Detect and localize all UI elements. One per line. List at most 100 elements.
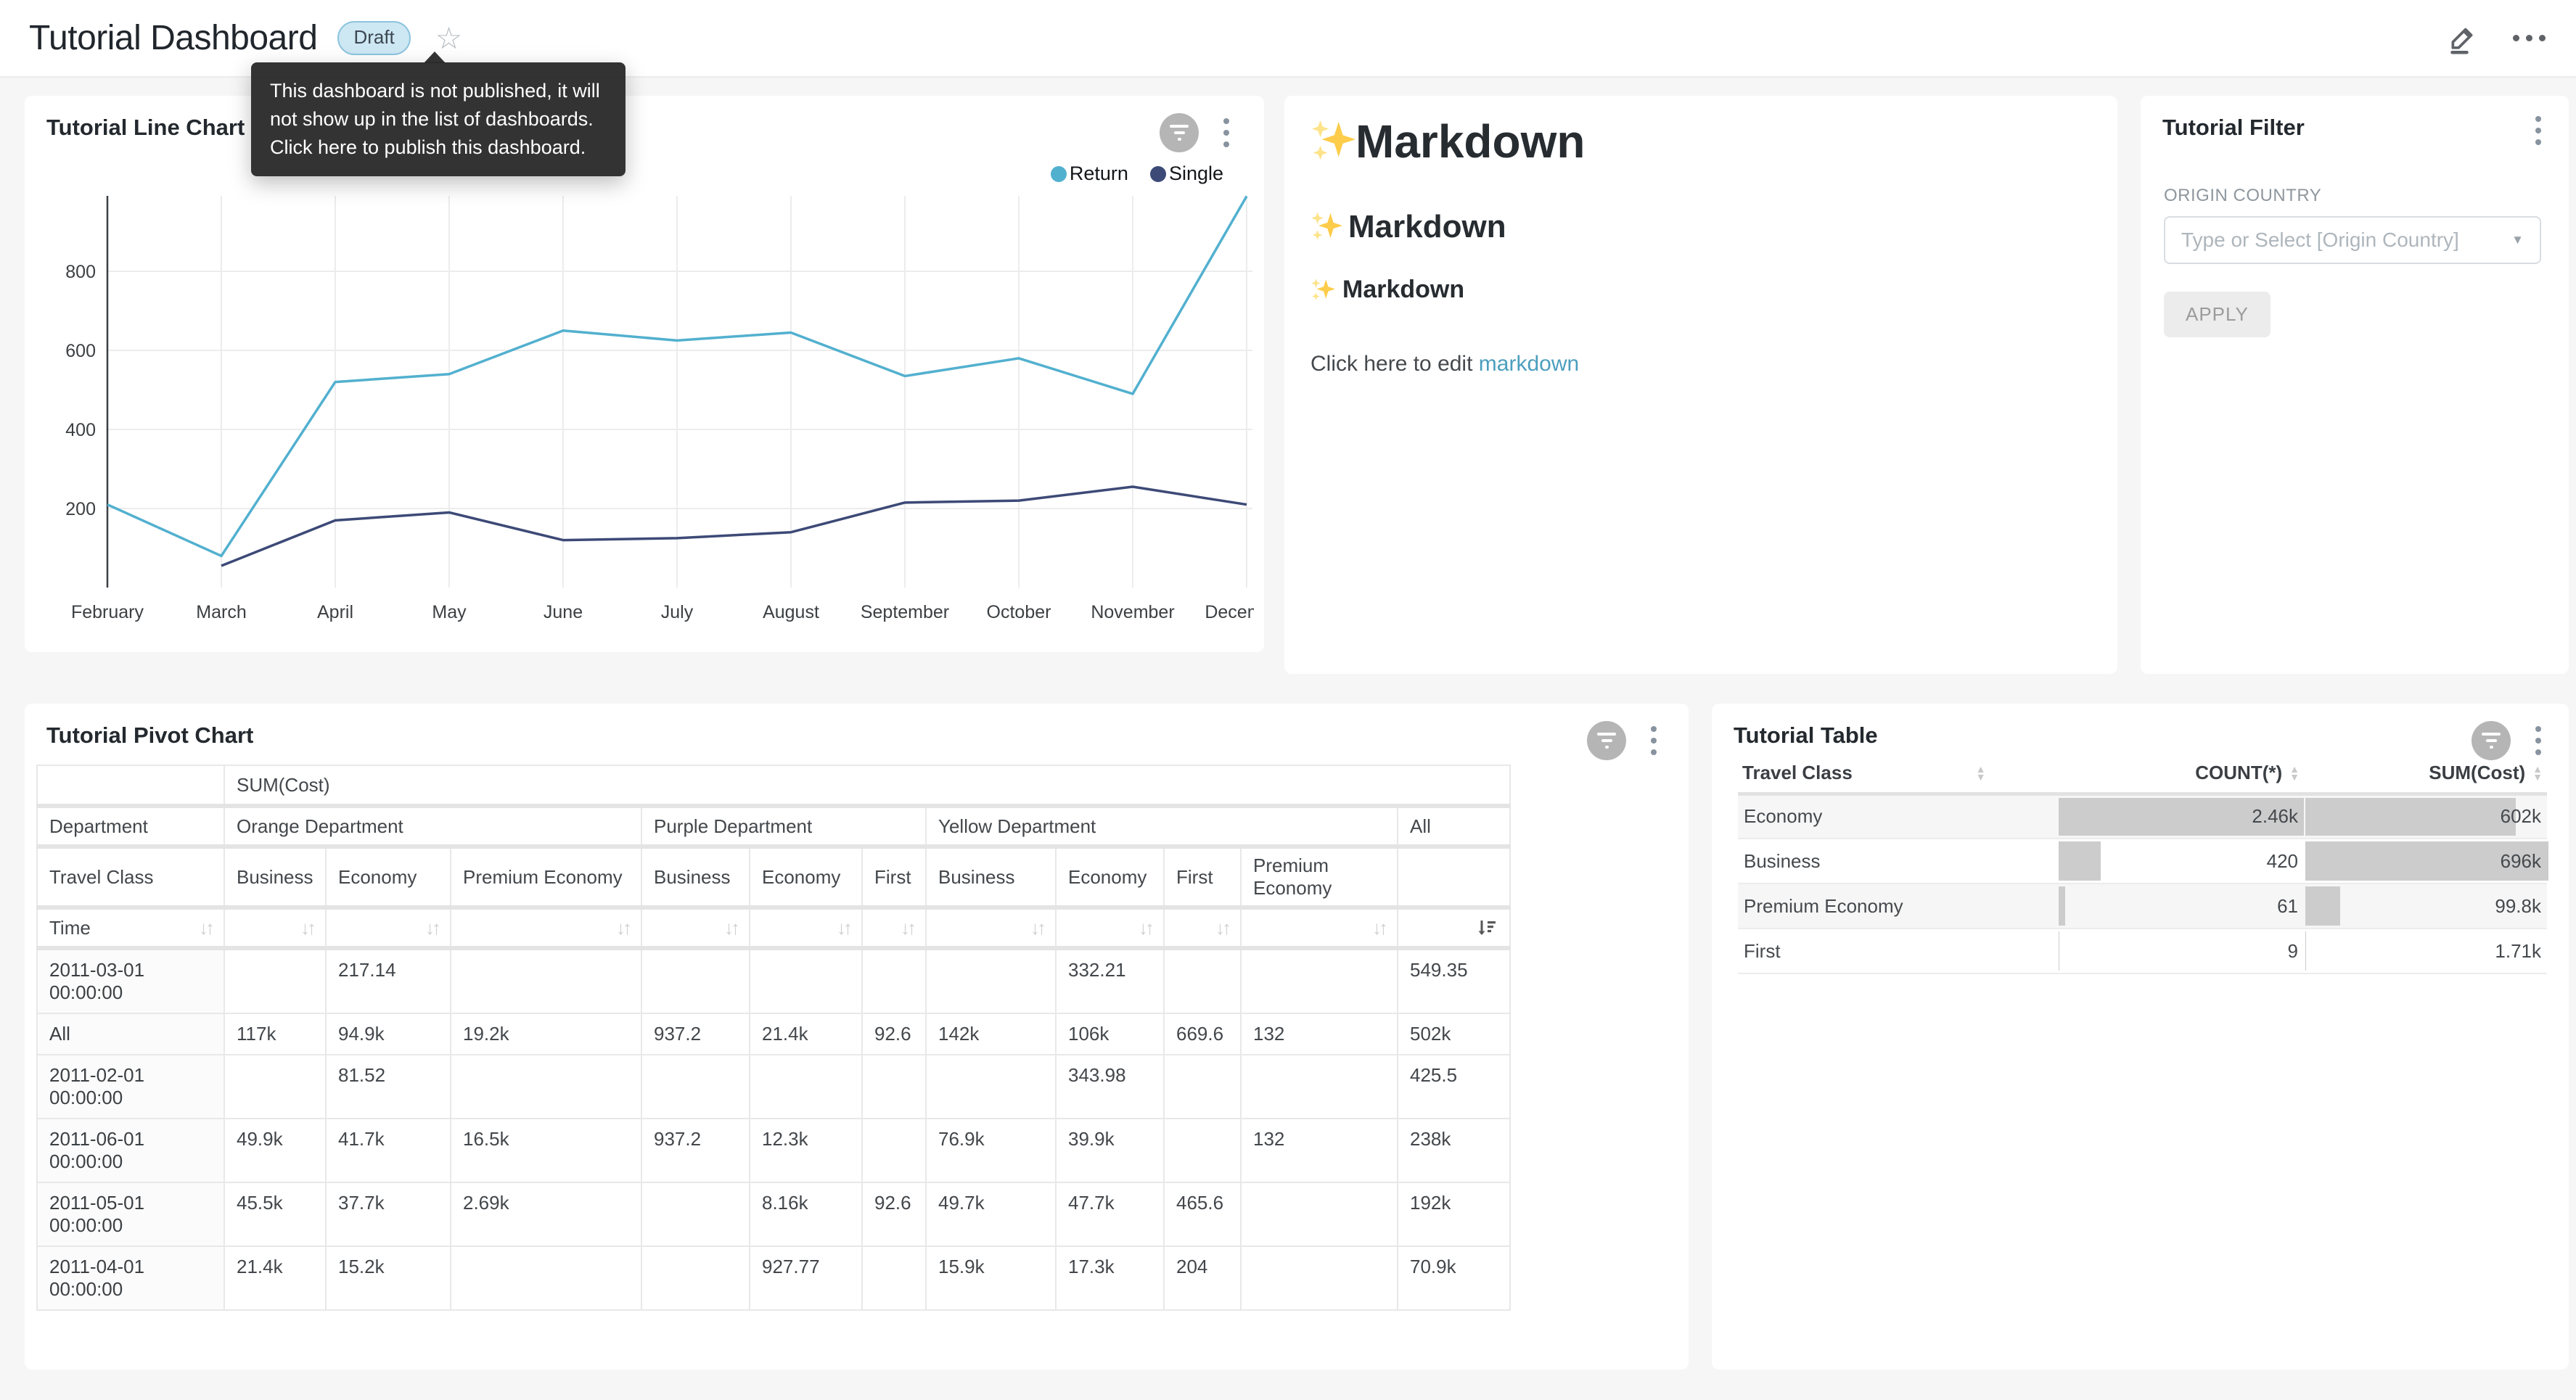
table-row: Economy2.46k602k	[1738, 794, 2547, 839]
chart-kebab-menu[interactable]	[1218, 115, 1235, 150]
y-axis-tick: 200	[65, 499, 96, 519]
sort-icon[interactable]: ↓↑	[425, 917, 438, 939]
origin-country-label: ORIGIN COUNTRY	[2164, 186, 2546, 206]
x-axis-label: March	[196, 602, 246, 622]
pivot-data-row: 2011-06-01 00:00:0049.9k41.7k16.5k937.21…	[37, 1119, 1510, 1182]
pivot-value-cell	[641, 1246, 750, 1310]
filter-kebab-menu[interactable]	[2530, 113, 2547, 148]
pivot-value-cell	[1164, 1119, 1241, 1182]
select-placeholder: Type or Select [Origin Country]	[2181, 228, 2506, 252]
pivot-value-cell: 502k	[1398, 1013, 1510, 1055]
pivot-filter-icon[interactable]	[1587, 721, 1626, 760]
sort-descending-icon[interactable]	[1476, 917, 1498, 939]
pivot-value-cell	[750, 948, 862, 1013]
sort-icon[interactable]: ↓↑	[837, 917, 850, 939]
sort-carets-icon[interactable]: ▲▼	[2289, 765, 2300, 781]
pivot-value-cell: 132	[1241, 1013, 1398, 1055]
pivot-row-label: 2011-05-01 00:00:00	[37, 1182, 224, 1246]
sort-wrap: ↓↑	[338, 917, 438, 939]
x-axis-label: August	[763, 602, 819, 622]
x-axis-label: April	[317, 602, 353, 622]
sort-icon[interactable]: ↓↑	[1030, 917, 1043, 939]
sort-carets-icon[interactable]: ▲▼	[1976, 765, 1986, 781]
table-card: Tutorial Table Travel Class ▲▼ COUNT(*) …	[1712, 704, 2569, 1370]
pivot-value-cell	[862, 1055, 926, 1119]
sort-icon[interactable]: ↓↑	[724, 917, 737, 939]
sort-wrap: ↓↑	[762, 917, 850, 939]
apply-button[interactable]: APPLY	[2164, 292, 2271, 337]
pivot-value-cell	[862, 1246, 926, 1310]
pivot-group-header: All	[1398, 806, 1510, 847]
sort-carets-icon[interactable]: ▲▼	[2532, 765, 2543, 781]
sort-icon[interactable]: ↓↑	[300, 917, 313, 939]
tutorial-table: Travel Class ▲▼ COUNT(*) ▲▼ SUM(Cost) ▲▼…	[1738, 754, 2547, 974]
sum-cost-cell: 1.71k	[2304, 928, 2547, 973]
markdown-h1: Markdown	[1310, 115, 2096, 168]
pivot-metric-row: SUM(Cost)	[37, 765, 1510, 806]
pivot-value-cell: 2.69k	[451, 1182, 641, 1246]
markdown-h2: Markdown	[1310, 209, 2096, 245]
sort-icon[interactable]: ↓↑	[1215, 917, 1228, 939]
travel-class-cell: Premium Economy	[1738, 884, 2057, 928]
column-header-sum-cost[interactable]: SUM(Cost) ▲▼	[2304, 754, 2547, 794]
sort-icon[interactable]: ↓↑	[199, 917, 212, 939]
pivot-metric-cell: SUM(Cost)	[224, 765, 1510, 806]
pivot-class-header: Economy	[750, 847, 862, 907]
pivot-value-cell: 21.4k	[224, 1246, 326, 1310]
pivot-data-row: 2011-02-01 00:00:0081.52343.98425.5	[37, 1055, 1510, 1119]
pivot-sort-cell: ↓↑	[1164, 907, 1241, 948]
draft-badge[interactable]: Draft	[337, 21, 410, 55]
column-header-travel-class[interactable]: Travel Class ▲▼	[1738, 754, 2057, 794]
sort-icon[interactable]: ↓↑	[1372, 917, 1385, 939]
sort-icon[interactable]: ↓↑	[616, 917, 629, 939]
pivot-table-grid: SUM(Cost)DepartmentOrange DepartmentPurp…	[36, 765, 1511, 1311]
sum-cost-bar	[2305, 931, 2306, 971]
pivot-value-cell: 8.16k	[750, 1182, 862, 1246]
chart-legend: Return Single	[1051, 162, 1223, 185]
line-chart-title: Tutorial Line Chart	[46, 115, 245, 141]
pivot-value-cell: 21.4k	[750, 1013, 862, 1055]
count-cell: 61	[2057, 884, 2304, 928]
pivot-value-cell: 49.9k	[224, 1119, 326, 1182]
legend-item-return[interactable]: Return	[1051, 162, 1128, 185]
chart-filter-icon[interactable]	[1160, 113, 1199, 152]
filter-card-title: Tutorial Filter	[2162, 115, 2305, 141]
pivot-value-cell: 937.2	[641, 1119, 750, 1182]
sort-icon[interactable]: ↓↑	[1139, 917, 1152, 939]
origin-country-select[interactable]: Type or Select [Origin Country] ▼	[2164, 216, 2541, 264]
favorite-star-icon[interactable]: ☆	[435, 23, 463, 54]
edit-dashboard-icon[interactable]	[2448, 22, 2479, 55]
pivot-sort-cell-active	[1398, 907, 1510, 948]
chevron-down-icon: ▼	[2511, 233, 2524, 247]
pivot-class-header: Premium Economy	[451, 847, 641, 907]
pivot-kebab-menu[interactable]	[1645, 723, 1662, 758]
table-kebab-menu[interactable]	[2530, 723, 2547, 758]
pivot-data-row: All117k94.9k19.2k937.221.4k92.6142k106k6…	[37, 1013, 1510, 1055]
pivot-sort-cell: ↓↑	[451, 907, 641, 948]
legend-item-single[interactable]: Single	[1150, 162, 1223, 185]
column-header-count[interactable]: COUNT(*) ▲▼	[2057, 754, 2304, 794]
pivot-time-row: Time↓↑↓↑↓↑↓↑↓↑↓↑↓↑↓↑↓↑↓↑↓↑	[37, 907, 1510, 948]
pivot-row-label: 2011-03-01 00:00:00	[37, 948, 224, 1013]
pivot-value-cell	[451, 948, 641, 1013]
sort-icon[interactable]: ↓↑	[901, 917, 914, 939]
pivot-value-cell	[750, 1055, 862, 1119]
more-actions-button[interactable]	[2511, 30, 2547, 46]
pivot-value-cell	[641, 1182, 750, 1246]
count-cell: 420	[2057, 839, 2304, 884]
markdown-edit-link[interactable]: markdown	[1479, 352, 1579, 376]
pivot-sort-cell: ↓↑	[1056, 907, 1164, 948]
pivot-sort-cell: ↓↑	[862, 907, 926, 948]
sort-wrap: ↓↑	[463, 917, 629, 939]
markdown-paragraph: Click here to edit markdown	[1310, 352, 2096, 376]
pivot-class-header: Business	[224, 847, 326, 907]
count-value: 61	[2277, 895, 2298, 917]
pivot-value-cell	[862, 948, 926, 1013]
pivot-sort-cell: ↓↑	[641, 907, 750, 948]
count-cell: 2.46k	[2057, 794, 2304, 839]
sum-cost-value: 1.71k	[2495, 940, 2541, 962]
travel-class-cell: Economy	[1738, 794, 2057, 839]
pivot-sort-cell: ↓↑	[326, 907, 451, 948]
pivot-value-cell: 425.5	[1398, 1055, 1510, 1119]
sparkles-icon	[1310, 119, 1355, 164]
